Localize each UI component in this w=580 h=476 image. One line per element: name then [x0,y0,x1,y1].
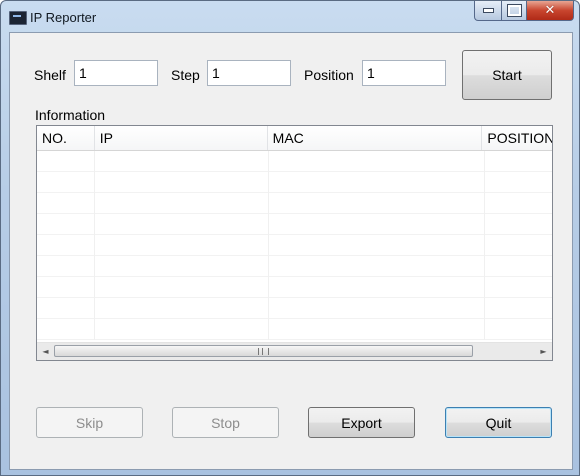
step-label: Step [171,67,200,83]
title-bar[interactable]: IP Reporter ✕ [1,1,579,31]
horizontal-scrollbar[interactable]: ◄ ► [37,342,552,360]
information-list[interactable]: NO. IP MAC POSITION ◄ ► [36,125,553,361]
close-icon: ✕ [544,3,556,18]
export-button[interactable]: Export [308,407,415,438]
close-button[interactable]: ✕ [527,1,574,21]
empty-row [37,214,552,235]
empty-row [37,298,552,319]
start-button[interactable]: Start [462,50,552,100]
list-header: NO. IP MAC POSITION [37,126,552,151]
step-input[interactable] [207,60,291,86]
app-window: IP Reporter ✕ Shelf Step Position Start … [0,0,580,476]
list-body [37,151,552,343]
quit-button[interactable]: Quit [445,407,552,438]
skip-button[interactable]: Skip [36,407,143,438]
position-label: Position [304,67,354,83]
empty-row [37,256,552,277]
caption-buttons: ✕ [474,1,574,21]
empty-row [37,151,552,172]
empty-row [37,277,552,298]
column-header-ip[interactable]: IP [95,126,268,150]
scrollbar-thumb[interactable] [54,345,473,357]
app-icon [9,11,27,25]
grip-icon [258,347,269,355]
information-label: Information [35,107,106,123]
position-input[interactable] [362,60,446,86]
minimize-icon [482,8,494,13]
window-title: IP Reporter [30,10,97,25]
shelf-label: Shelf [34,67,66,83]
empty-row [37,172,552,193]
column-header-position[interactable]: POSITION [482,126,552,150]
scroll-right-icon[interactable]: ► [535,343,552,360]
column-header-no[interactable]: NO. [37,126,95,150]
scroll-left-icon[interactable]: ◄ [37,343,54,360]
client-area: Shelf Step Position Start Information NO… [9,32,573,470]
empty-row [37,319,552,340]
maximize-button[interactable] [502,1,527,21]
shelf-input[interactable] [74,60,158,86]
stop-button[interactable]: Stop [172,407,279,438]
maximize-icon [506,4,522,17]
empty-row [37,193,552,214]
column-header-mac[interactable]: MAC [268,126,483,150]
empty-row [37,235,552,256]
minimize-button[interactable] [474,1,502,21]
